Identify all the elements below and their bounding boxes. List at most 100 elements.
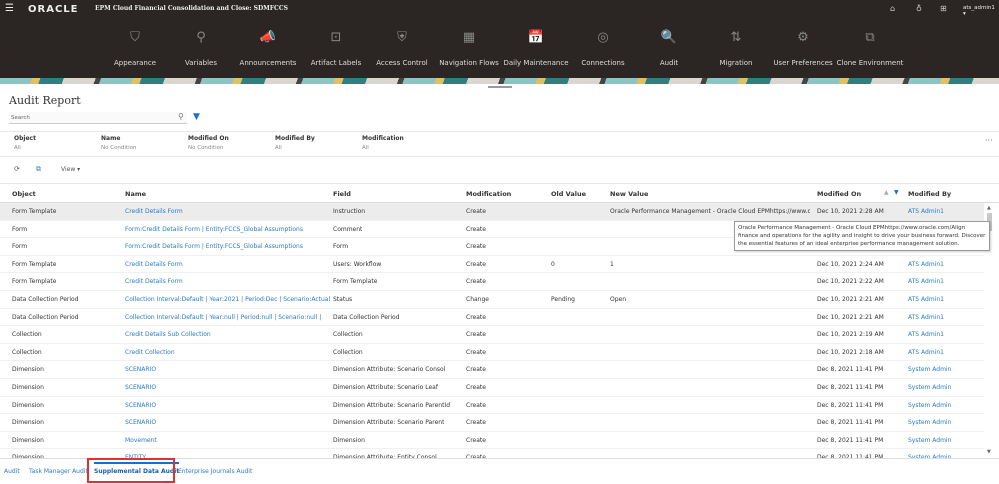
table-row[interactable]: Dimension SCENARIO Dimension Attribute: Sc… (0, 414, 984, 432)
cell-name[interactable]: Collection Interval:Default | Year:2021 … (125, 296, 330, 303)
cell-old-value: Pending (551, 295, 575, 303)
cell-modified-by[interactable]: ATS Admin1 (908, 296, 944, 303)
column-header-name[interactable]: Name (125, 190, 146, 198)
collapse-handle[interactable] (488, 86, 512, 88)
hamburger-icon[interactable]: ☰ (5, 3, 14, 14)
cell-name[interactable]: SCENARIO (125, 419, 156, 426)
export-icon[interactable]: ⧉ (36, 165, 41, 174)
nav-access-control[interactable]: ⛨ Access Control (367, 30, 437, 67)
table-row[interactable]: Form Template Credit Details Form Form Tem… (0, 273, 984, 291)
cell-name[interactable]: Form:Credit Details Form | Entity:FCCS_G… (125, 226, 303, 233)
cell-modified-by[interactable]: ATS Admin1 (908, 261, 944, 268)
table-row[interactable]: Form Template Credit Details Form Users: W… (0, 256, 984, 274)
nav-artifact-labels[interactable]: ⊡ Artifact Labels (301, 30, 371, 67)
table-row[interactable]: Dimension Movement Dimension Create Dec 8, 2… (0, 432, 984, 450)
nav-connections[interactable]: ◎ Connections (568, 30, 638, 67)
cell-object: Dimension (12, 401, 44, 409)
table-row[interactable]: Collection Credit Details Sub Collection C… (0, 326, 984, 344)
filter-modification[interactable]: Modification All (362, 135, 404, 151)
cell-name[interactable]: Movement (125, 437, 157, 444)
cell-name[interactable]: SCENARIO (125, 384, 156, 391)
home-icon[interactable]: ⌂ (890, 4, 895, 13)
cell-object: Data Collection Period (12, 295, 79, 303)
nav-label: Access Control (376, 59, 428, 67)
view-menu[interactable]: View ▾ (61, 166, 80, 173)
nav-variables[interactable]: ⚲ Variables (166, 30, 236, 67)
table-row[interactable]: Collection Credit Collection Collection Cre… (0, 344, 984, 362)
tab-task-manager-audit[interactable]: Task Manager Audit (29, 468, 88, 475)
filter-name[interactable]: Name No Condition (101, 135, 136, 151)
column-header-object[interactable]: Object (12, 190, 36, 198)
nav-announcements[interactable]: 📣 Announcements (233, 30, 303, 67)
nav-audit[interactable]: 🔍 Audit (634, 30, 704, 67)
column-header-new-value[interactable]: New Value (610, 190, 648, 198)
column-header-modified-on[interactable]: Modified On (817, 190, 861, 198)
nav-clone-environment[interactable]: ⧉ Clone Environment (835, 30, 905, 67)
cell-modified-by[interactable]: ATS Admin1 (908, 208, 944, 215)
nav-label: Appearance (113, 59, 157, 67)
cell-modification: Create (466, 225, 486, 233)
cell-field: Dimension Attribute: Scenario Leaf (333, 383, 438, 391)
cell-name[interactable]: Credit Details Form (125, 278, 183, 285)
cell-modified-by[interactable]: ATS Admin1 (908, 278, 944, 285)
tab-enterprise-journals-audit[interactable]: Enterprise Journals Audit (178, 468, 252, 475)
cell-modified-on: Dec 8, 2021 11:41 PM (817, 419, 884, 427)
nav-user-preferences[interactable]: ⚙ User Preferences (768, 30, 838, 67)
refresh-icon[interactable]: ⟳ (14, 165, 20, 173)
cell-modified-on: Dec 8, 2021 11:41 PM (817, 401, 884, 409)
cell-name[interactable]: SCENARIO (125, 402, 156, 409)
nav-daily-maintenance[interactable]: 📅 Daily Maintenance (501, 30, 571, 67)
cell-modified-by[interactable]: System Admin (908, 384, 951, 391)
filter-modified-on[interactable]: Modified On No Condition (188, 135, 229, 151)
cell-modified-by[interactable]: ATS Admin1 (908, 349, 944, 356)
column-header-modified-by[interactable]: Modified By (908, 190, 951, 198)
table-row[interactable]: Form Template Credit Details Form Instruct… (0, 203, 984, 221)
search-input[interactable]: Search (9, 112, 187, 124)
migration-icon: ⇅ (730, 30, 742, 45)
cell-object: Form Template (12, 260, 57, 268)
filter-object[interactable]: Object All (14, 135, 36, 151)
cell-name[interactable]: Credit Collection (125, 349, 175, 356)
cell-modified-by[interactable]: System Admin (908, 402, 951, 409)
scroll-up-icon[interactable]: ▲ (987, 205, 991, 211)
cell-modified-by[interactable]: System Admin (908, 366, 951, 373)
filter-icon[interactable]: ▼ (193, 112, 200, 122)
cell-name[interactable]: Credit Details Form (125, 261, 183, 268)
nav-appearance[interactable]: ⛉ Appearance (100, 30, 170, 67)
table-row[interactable]: Dimension SCENARIO Dimension Attribute: Sc… (0, 379, 984, 397)
apps-grid-icon[interactable]: ⊞ (940, 4, 947, 13)
sort-ascending-icon[interactable]: ▲ (884, 189, 889, 196)
nav-migration[interactable]: ⇅ Migration (701, 30, 771, 67)
more-options-icon[interactable]: ··· (985, 136, 993, 145)
accessibility-icon[interactable]: ♁ (916, 4, 922, 13)
table-row[interactable]: Dimension SCENARIO Dimension Attribute: Sc… (0, 397, 984, 415)
cell-name[interactable]: SCENARIO (125, 366, 156, 373)
cell-modified-by[interactable]: ATS Admin1 (908, 331, 944, 338)
cell-name[interactable]: Form:Credit Details Form | Entity:FCCS_G… (125, 243, 303, 250)
table-row[interactable]: Data Collection Period Collection Interva… (0, 309, 984, 327)
cell-name[interactable]: Credit Details Form (125, 208, 183, 215)
table-row[interactable]: Dimension SCENARIO Dimension Attribute: Sc… (0, 361, 984, 379)
search-icon[interactable]: ⚲ (178, 112, 184, 121)
column-header-field[interactable]: Field (333, 190, 351, 198)
cell-name[interactable]: Credit Details Sub Collection (125, 331, 211, 338)
cell-name[interactable]: Collection Interval:Default | Year:null … (125, 314, 321, 321)
scroll-down-icon[interactable]: ▼ (987, 449, 991, 455)
filter-modified-by[interactable]: Modified By All (275, 135, 315, 151)
cell-modified-by[interactable]: ATS Admin1 (908, 314, 944, 321)
cell-modified-by[interactable]: System Admin (908, 437, 951, 444)
column-header-old-value[interactable]: Old Value (551, 190, 586, 198)
user-menu[interactable]: ats_admin1 ▾ (963, 5, 999, 17)
column-header-modification[interactable]: Modification (466, 190, 511, 198)
artifact-labels-icon: ⊡ (330, 30, 342, 45)
nav-navigation-flows[interactable]: ▦ Navigation Flows (434, 30, 504, 67)
cell-modified-on: Dec 10, 2021 2:21 AM (817, 295, 884, 303)
nav-label: Artifact Labels (310, 59, 362, 67)
tab-audit[interactable]: Audit (4, 468, 20, 475)
table-row[interactable]: Dimension ENTITY Dimension Attribute: Enti… (0, 449, 984, 458)
sort-descending-icon[interactable]: ▼ (894, 189, 899, 196)
cell-field: Data Collection Period (333, 313, 400, 321)
cell-modification: Create (466, 419, 486, 427)
cell-modified-by[interactable]: System Admin (908, 419, 951, 426)
table-row[interactable]: Data Collection Period Collection Interva… (0, 291, 984, 309)
